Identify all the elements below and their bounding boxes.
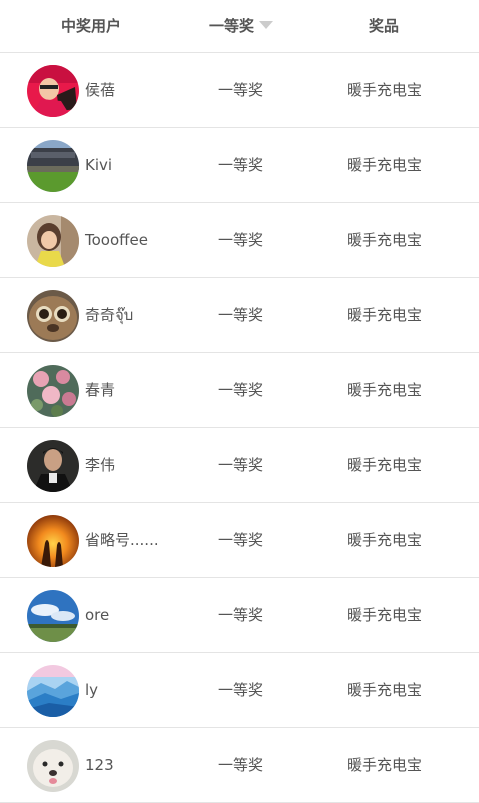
winner-name: 春青 — [85, 381, 116, 399]
winner-name: Kivi — [85, 156, 113, 174]
column-header-prize-level[interactable]: 一等奖 — [209, 0, 274, 53]
prize-level: 一等奖 — [218, 381, 264, 399]
sort-down-icon[interactable] — [259, 20, 274, 29]
winners-list-page: 中奖用户 一等奖 奖品 侯蓓 一等奖 暖手充电宝 Kivi 一等奖 暖手充电宝 … — [0, 0, 479, 803]
table-row: Toooffee 一等奖 暖手充电宝 — [0, 203, 479, 278]
avatar — [27, 290, 79, 342]
winner-name: Toooffee — [85, 231, 148, 249]
prize-level: 一等奖 — [218, 756, 264, 774]
column-header-award: 奖品 — [369, 17, 400, 35]
winner-name: 李伟 — [85, 456, 116, 474]
table-row: ore 一等奖 暖手充电宝 — [0, 578, 479, 653]
table-row: 李伟 一等奖 暖手充电宝 — [0, 428, 479, 503]
winner-name: 侯蓓 — [85, 81, 116, 99]
table-row: 123 一等奖 暖手充电宝 — [0, 728, 479, 803]
table-header: 中奖用户 一等奖 奖品 — [0, 0, 479, 53]
award-name: 暖手充电宝 — [347, 456, 423, 474]
prize-level-label: 一等奖 — [209, 17, 255, 35]
red-hat-avatar-icon — [27, 65, 79, 117]
winner-name: 123 — [85, 756, 114, 774]
winner-name: ly — [85, 681, 99, 699]
prize-level: 一等奖 — [218, 531, 264, 549]
award-name: 暖手充电宝 — [347, 231, 423, 249]
table-row: 省略号...... 一等奖 暖手充电宝 — [0, 503, 479, 578]
avatar — [27, 740, 79, 792]
portrait-avatar-icon — [27, 440, 79, 492]
prize-level: 一等奖 — [218, 231, 264, 249]
award-name: 暖手充电宝 — [347, 681, 423, 699]
table-row: Kivi 一等奖 暖手充电宝 — [0, 128, 479, 203]
avatar — [27, 365, 79, 417]
avatar — [27, 440, 79, 492]
award-name: 暖手充电宝 — [347, 606, 423, 624]
award-name: 暖手充电宝 — [347, 381, 423, 399]
table-row: ly 一等奖 暖手充电宝 — [0, 653, 479, 728]
building-lawn-avatar-icon — [27, 140, 79, 192]
prize-level: 一等奖 — [218, 81, 264, 99]
prize-level: 一等奖 — [218, 606, 264, 624]
table-row: 春青 一等奖 暖手充电宝 — [0, 353, 479, 428]
winner-name: 奇奇จุ๊บ — [85, 306, 134, 324]
award-name: 暖手充电宝 — [347, 156, 423, 174]
table-row: 奇奇จุ๊บ 一等奖 暖手充电宝 — [0, 278, 479, 353]
sky-landscape-avatar-icon — [27, 590, 79, 642]
prize-level: 一等奖 — [218, 306, 264, 324]
blue-mountains-avatar-icon — [27, 665, 79, 717]
column-header-user: 中奖用户 — [61, 17, 122, 35]
prize-level: 一等奖 — [218, 156, 264, 174]
award-name: 暖手充电宝 — [347, 81, 423, 99]
flowers-avatar-icon — [27, 365, 79, 417]
prize-level: 一等奖 — [218, 681, 264, 699]
avatar — [27, 215, 79, 267]
avatar — [27, 140, 79, 192]
avatar — [27, 65, 79, 117]
child-avatar-icon — [27, 215, 79, 267]
table-row: 侯蓓 一等奖 暖手充电宝 — [0, 53, 479, 128]
award-name: 暖手充电宝 — [347, 306, 423, 324]
winner-name: 省略号...... — [85, 531, 159, 549]
avatar — [27, 590, 79, 642]
winner-name: ore — [85, 606, 110, 624]
award-name: 暖手充电宝 — [347, 756, 423, 774]
award-name: 暖手充电宝 — [347, 531, 423, 549]
avatar — [27, 515, 79, 567]
plush-toy-avatar-icon — [27, 290, 79, 342]
sunset-avatar-icon — [27, 515, 79, 567]
prize-level: 一等奖 — [218, 456, 264, 474]
puppy-avatar-icon — [27, 740, 79, 792]
avatar — [27, 665, 79, 717]
